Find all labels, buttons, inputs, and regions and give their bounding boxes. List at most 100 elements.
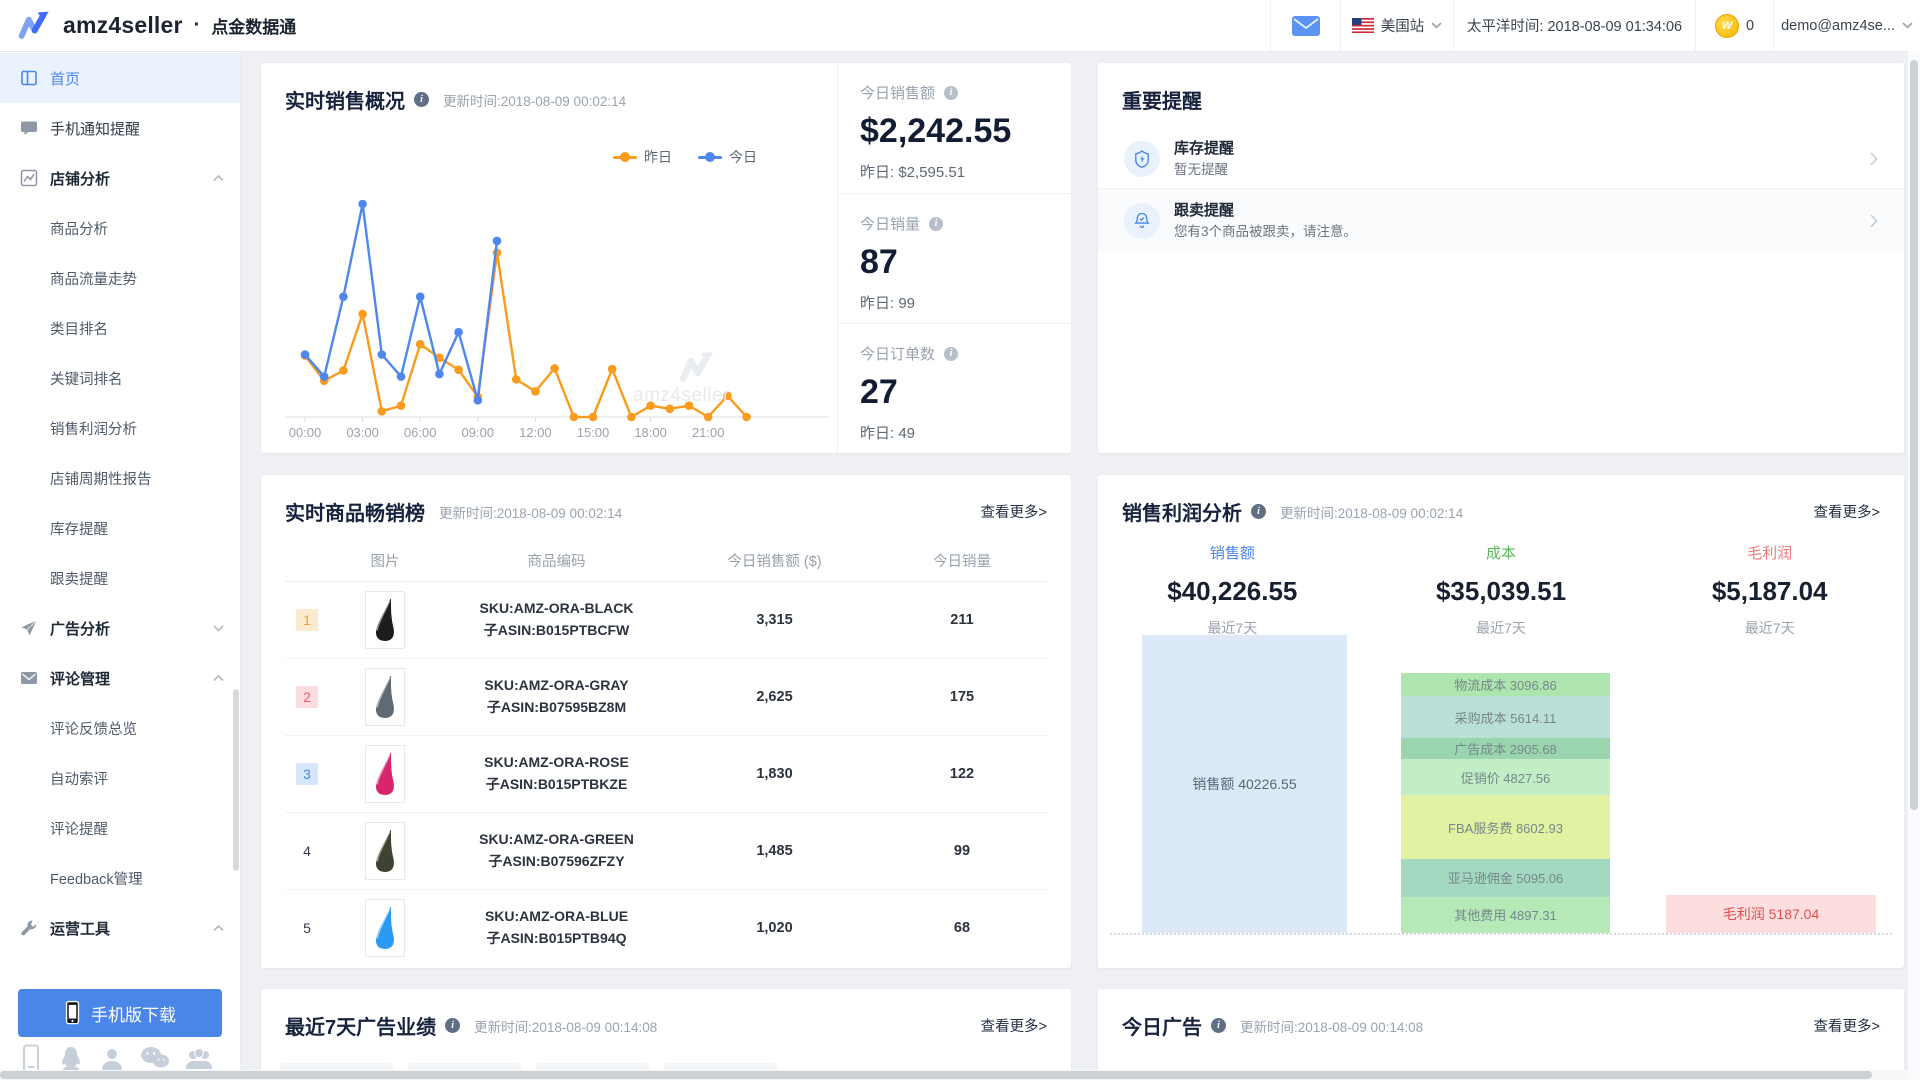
brand[interactable]: amz4seller · 点金数据通 <box>0 11 296 41</box>
stat-value: $5,187.04 <box>1635 576 1904 607</box>
notice-followsell-alert[interactable]: 跟卖提醒 您有3个商品被跟卖，请注意。 <box>1098 188 1904 253</box>
info-icon[interactable]: i <box>944 86 958 100</box>
sidebar-item-operation-tools[interactable]: 运营工具 <box>0 903 240 953</box>
coin-balance[interactable]: W 0 <box>1695 0 1773 51</box>
product-image <box>365 745 405 803</box>
sidebar-item-label: 店铺周期性报告 <box>50 468 152 489</box>
cost-segment: 物流成本 3096.86 <box>1401 673 1610 696</box>
vertical-scrollbar-thumb[interactable] <box>1910 60 1918 810</box>
sidebar-item-followsell-alert[interactable]: 跟卖提醒 <box>0 553 240 603</box>
product-code: SKU:AMZ-ORA-GREEN子ASIN:B07596ZFZY <box>441 829 672 872</box>
view-more-link[interactable]: 查看更多> <box>981 501 1047 522</box>
card-title: 销售利润分析 <box>1122 497 1242 526</box>
horizontal-scrollbar <box>0 1070 1908 1080</box>
stat-label: 今日销售额 <box>860 82 935 103</box>
bestseller-table: 图片商品编码今日销售额 ($)今日销量1SKU:AMZ-ORA-BLACK子AS… <box>285 539 1047 966</box>
account-menu[interactable]: demo@amz4se... <box>1773 0 1920 51</box>
data-point <box>397 372 406 381</box>
bestseller-row-5[interactable]: 5SKU:AMZ-ORA-BLUE子ASIN:B015PTB94Q1,02068 <box>285 890 1047 966</box>
bar-label: 销售额 40226.55 <box>1192 774 1296 794</box>
sidebar-item-label: 商品流量走势 <box>50 268 137 289</box>
x-axis-label: 12:00 <box>519 425 552 440</box>
mobile-app-download-button[interactable]: 手机版下载 <box>18 989 222 1037</box>
product-image <box>365 591 405 649</box>
notice-inventory-alert[interactable]: 库存提醒 暂无提醒 <box>1098 130 1904 188</box>
series-line-今日 <box>305 204 497 400</box>
bar-label: 毛利润 5187.04 <box>1723 904 1820 924</box>
marketplace-selector[interactable]: 美国站 <box>1340 0 1453 51</box>
sidebar-item-review-alert[interactable]: 评论提醒 <box>0 803 240 853</box>
info-icon[interactable]: i <box>414 92 429 107</box>
scrollbar-corner <box>1908 1070 1920 1080</box>
view-more-link[interactable]: 查看更多> <box>1814 501 1880 522</box>
data-point <box>704 413 713 422</box>
bestseller-row-1[interactable]: 1SKU:AMZ-ORA-BLACK子ASIN:B015PTBCFW3,3152… <box>285 582 1047 659</box>
data-point <box>397 401 406 410</box>
sidebar-item-review-management[interactable]: 评论管理 <box>0 653 240 703</box>
horizontal-scrollbar-thumb[interactable] <box>0 1071 1872 1079</box>
sidebar-item-label: 自动索评 <box>50 768 108 789</box>
x-axis-label: 21:00 <box>692 425 725 440</box>
asin-line: 子ASIN:B015PTBCFW <box>441 620 672 642</box>
rank-badge: 3 <box>296 763 318 785</box>
info-icon[interactable]: i <box>944 347 958 361</box>
sidebar-item-home[interactable]: 首页 <box>0 53 240 103</box>
chevron-up-icon <box>213 925 224 932</box>
wechat-icon[interactable] <box>140 1046 170 1072</box>
sku-line: SKU:AMZ-ORA-GRAY <box>441 675 672 697</box>
notice-desc: 暂无提醒 <box>1174 160 1234 180</box>
sidebar-item-keyword-rank[interactable]: 关键词排名 <box>0 353 240 403</box>
stat-label: 今日订单数 <box>860 343 935 364</box>
sidebar-item-periodic-report[interactable]: 店铺周期性报告 <box>0 453 240 503</box>
cost-segment: 亚马逊佣金 5095.06 <box>1401 859 1610 897</box>
bestseller-row-4[interactable]: 4SKU:AMZ-ORA-GREEN子ASIN:B07596ZFZY1,4859… <box>285 813 1047 890</box>
today-sales-value: 3,315 <box>672 612 877 628</box>
sidebar-scrollbar[interactable] <box>233 689 239 871</box>
user-icon[interactable] <box>99 1046 125 1072</box>
info-icon[interactable]: i <box>929 217 943 231</box>
qq-icon[interactable] <box>57 1045 85 1073</box>
mail-icon <box>1291 15 1321 37</box>
topbar-right: 美国站 太平洋时间: 2018-08-09 01:34:06 W 0 demo@… <box>1270 0 1920 51</box>
sidebar-item-sales-profit[interactable]: 销售利润分析 <box>0 403 240 453</box>
stat-yesterday: 昨日: 49 <box>860 422 1071 443</box>
group-icon[interactable] <box>184 1047 214 1071</box>
data-point <box>378 350 387 359</box>
sidebar-item-category-rank[interactable]: 类目排名 <box>0 303 240 353</box>
mail-button[interactable] <box>1270 0 1340 51</box>
bestseller-row-2[interactable]: 2SKU:AMZ-ORA-GRAY子ASIN:B07595BZ8M2,62517… <box>285 659 1047 736</box>
card-title: 今日广告 <box>1122 1011 1202 1040</box>
column-header: 今日销售额 ($) <box>672 550 877 571</box>
view-more-link[interactable]: 查看更多> <box>981 1015 1047 1036</box>
stat-yesterday: 昨日: $2,595.51 <box>860 161 1071 182</box>
sidebar-item-phone-notify[interactable]: 手机通知提醒 <box>0 103 240 153</box>
info-icon[interactable]: i <box>1211 1018 1226 1033</box>
today-sales-value: 1,485 <box>672 843 877 859</box>
smartphone-icon <box>64 1000 81 1026</box>
vertical-scrollbar <box>1908 51 1920 1070</box>
bestseller-row-3[interactable]: 3SKU:AMZ-ORA-ROSE子ASIN:B015PTBKZE1,83012… <box>285 736 1047 813</box>
product-image <box>365 822 405 880</box>
data-point <box>339 366 348 375</box>
main-content: 实时销售概况 i 更新时间:2018-08-09 00:02:14 昨日 今日 … <box>240 51 1920 1080</box>
sidebar-item-shop-analysis[interactable]: 店铺分析 <box>0 153 240 203</box>
sidebar-item-inventory-alert[interactable]: 库存提醒 <box>0 503 240 553</box>
brand-name: amz4seller <box>63 12 183 39</box>
x-axis-label: 03:00 <box>346 425 379 440</box>
sidebar-item-auto-review[interactable]: 自动索评 <box>0 753 240 803</box>
sidebar-item-feedback-management[interactable]: Feedback管理 <box>0 853 240 903</box>
sidebar-item-product-analysis[interactable]: 商品分析 <box>0 203 240 253</box>
sidebar-item-label: 销售利润分析 <box>50 418 137 439</box>
info-icon[interactable]: i <box>1251 504 1266 519</box>
sidebar-item-review-overview[interactable]: 评论反馈总览 <box>0 703 240 753</box>
sku-line: SKU:AMZ-ORA-BLUE <box>441 906 672 928</box>
paper-plane-icon <box>20 619 38 637</box>
stat-value: $35,039.51 <box>1367 576 1636 607</box>
view-more-link[interactable]: 查看更多> <box>1814 1015 1880 1036</box>
cost-segment: 其他费用 4897.31 <box>1401 897 1610 933</box>
info-icon[interactable]: i <box>445 1018 460 1033</box>
data-point <box>493 237 502 246</box>
sidebar-item-product-traffic[interactable]: 商品流量走势 <box>0 253 240 303</box>
sidebar-item-ad-analysis[interactable]: 广告分析 <box>0 603 240 653</box>
card-title: 重要提醒 <box>1122 85 1202 114</box>
